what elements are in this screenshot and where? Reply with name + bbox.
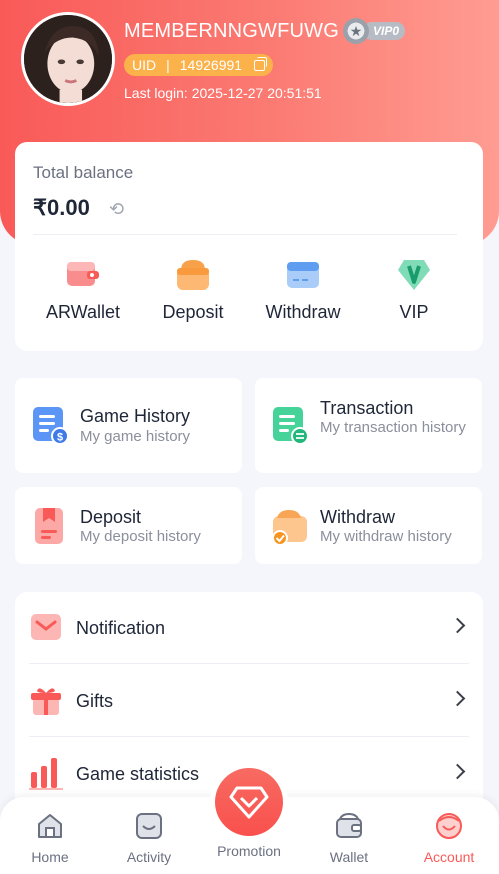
wallet-icon <box>334 811 364 841</box>
card-subtitle: My game history <box>80 428 191 445</box>
quick-action-arwallet[interactable]: ARWallet <box>28 256 138 323</box>
tab-label: Wallet <box>329 849 369 865</box>
card-title: Transaction <box>320 398 414 418</box>
avatar-portrait <box>24 15 112 103</box>
transaction-card[interactable]: Transaction My transaction history <box>255 378 482 473</box>
account-icon <box>434 811 464 841</box>
refresh-icon[interactable]: ⟲ <box>109 200 129 218</box>
uid-value: 14926991 <box>179 57 243 73</box>
promotion-button[interactable] <box>210 763 288 841</box>
tab-wallet[interactable]: Wallet <box>299 811 399 865</box>
tab-account[interactable]: Account <box>399 811 499 865</box>
svg-text:$: $ <box>57 432 63 444</box>
chevron-right-icon <box>449 690 466 707</box>
deposit-history-card[interactable]: Deposit My deposit history <box>15 487 242 564</box>
card-title: Withdraw <box>320 507 396 527</box>
quick-action-label: ARWallet <box>45 302 121 322</box>
avatar[interactable] <box>21 12 115 106</box>
star-icon: ★ <box>343 18 369 44</box>
menu-item-label: Gifts <box>76 691 114 711</box>
tab-label: Home <box>31 849 69 865</box>
tab-label: Account <box>423 849 475 865</box>
activity-icon <box>134 811 164 841</box>
withdraw-history-card[interactable]: Withdraw My withdraw history <box>255 487 482 564</box>
card-title: Game History <box>80 406 191 426</box>
last-login: Last login: 2025-12-27 20:51:51 <box>124 85 322 101</box>
vip-level-badge: ★ VIP0 <box>343 18 411 44</box>
quick-action-vip[interactable]: VIP <box>359 256 469 323</box>
menu-item-label: Game statistics <box>76 764 200 784</box>
quick-action-label: Deposit <box>162 302 224 322</box>
quick-action-withdraw[interactable]: Withdraw <box>248 256 358 323</box>
chevron-right-icon <box>449 763 466 780</box>
card-title: Deposit <box>80 507 142 527</box>
vip-shield-icon <box>396 256 432 292</box>
tab-home[interactable]: Home <box>0 811 100 865</box>
chevron-right-icon <box>449 617 466 634</box>
transaction-icon <box>271 405 309 445</box>
balance-card: Total balance ₹0.00 ⟲ ARWallet Deposit W… <box>15 142 483 351</box>
tab-label: Activity <box>126 849 172 865</box>
home-icon <box>35 811 65 841</box>
gift-icon <box>29 685 63 717</box>
card-subtitle: My transaction history <box>320 419 466 436</box>
divider <box>33 234 457 235</box>
copy-icon[interactable] <box>254 56 268 71</box>
bar-chart-icon <box>29 758 63 790</box>
card-subtitle: My withdraw history <box>320 528 452 545</box>
menu-item-label: Notification <box>76 618 166 638</box>
diamond-icon <box>215 768 283 836</box>
uid-separator: | <box>166 57 170 73</box>
balance-label: Total balance <box>33 163 134 182</box>
game-history-icon: $ <box>31 405 69 445</box>
uid-label: UID <box>132 57 157 73</box>
quick-action-label: VIP <box>399 302 429 322</box>
deposit-icon <box>175 256 211 292</box>
card-icon <box>285 256 321 292</box>
game-history-card[interactable]: $ Game History My game history <box>15 378 242 473</box>
vip-level-text: VIP0 <box>363 22 406 40</box>
tab-activity[interactable]: Activity <box>99 811 199 865</box>
menu-item-notification[interactable]: Notification <box>29 592 469 664</box>
menu-item-gifts[interactable]: Gifts <box>29 665 469 737</box>
wallet-icon <box>65 256 101 292</box>
username: MEMBERNNGWFUWG <box>124 20 339 42</box>
quick-action-label: Withdraw <box>265 302 341 322</box>
card-subtitle: My deposit history <box>80 528 201 545</box>
quick-action-deposit[interactable]: Deposit <box>138 256 248 323</box>
uid-pill[interactable]: UID | 14926991 <box>124 54 274 76</box>
withdraw-history-icon <box>271 506 309 546</box>
mail-icon <box>29 612 63 644</box>
deposit-history-icon <box>31 506 69 546</box>
balance-value: ₹0.00 <box>33 195 90 220</box>
tab-label: Promotion <box>217 843 281 859</box>
